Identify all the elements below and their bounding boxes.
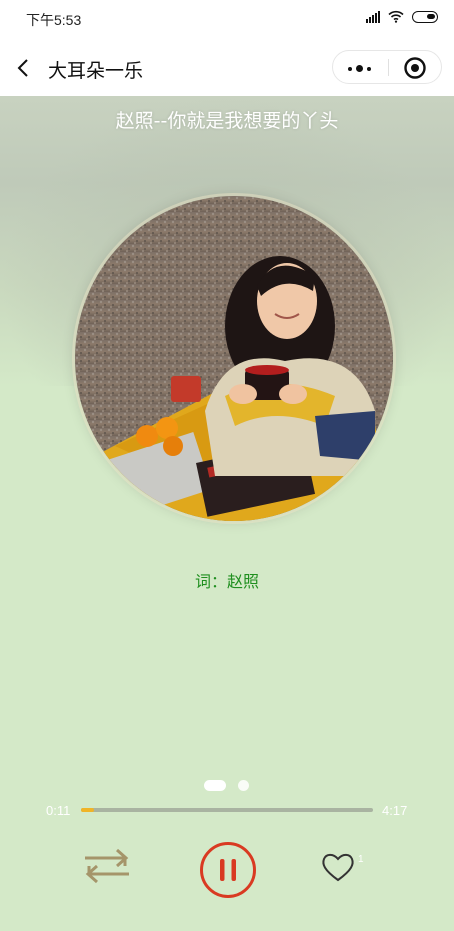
like-count: 1 [358, 854, 364, 865]
heart-outline-icon[interactable] [320, 851, 356, 883]
status-time: 下午5:53 [26, 12, 82, 28]
page-dot[interactable] [238, 780, 249, 791]
close-button[interactable] [389, 51, 442, 85]
more-button[interactable] [333, 51, 388, 85]
total-time: 4:17 [382, 803, 408, 818]
progress-bar[interactable] [81, 808, 373, 812]
page-title: 大耳朵一乐 [48, 60, 144, 82]
target-circle-icon [404, 57, 426, 79]
progress-fill [81, 808, 94, 812]
page-indicator [204, 780, 249, 791]
album-cover[interactable] [75, 196, 393, 521]
song-title: 赵照--你就是我想要的丫头 [115, 110, 339, 132]
album-cover-image [75, 196, 393, 521]
status-icons [366, 10, 438, 23]
pause-button[interactable] [199, 841, 257, 899]
more-dots-icon [348, 65, 371, 72]
page-dot-active[interactable] [204, 780, 226, 791]
chevron-left-icon[interactable] [14, 58, 34, 78]
signal-icon [366, 10, 380, 23]
status-bar: 下午5:53 [0, 0, 454, 40]
nav-bar: 大耳朵一乐 [0, 40, 454, 96]
pause-icon [220, 859, 225, 881]
mini-program-capsule [332, 50, 442, 84]
wifi-icon [388, 10, 404, 23]
repeat-icon[interactable] [79, 844, 135, 888]
battery-icon [412, 10, 438, 23]
current-time: 0:11 [46, 803, 71, 818]
music-player: 赵照--你就是我想要的丫头 词：赵照 0:11 4:17 1 [0, 96, 454, 931]
phone-screen: 下午5:53 大耳朵一乐 赵照--你就是我想要的丫头 词：赵照 0:11 4:1… [0, 0, 454, 931]
lyric-line: 词：赵照 [194, 572, 259, 591]
